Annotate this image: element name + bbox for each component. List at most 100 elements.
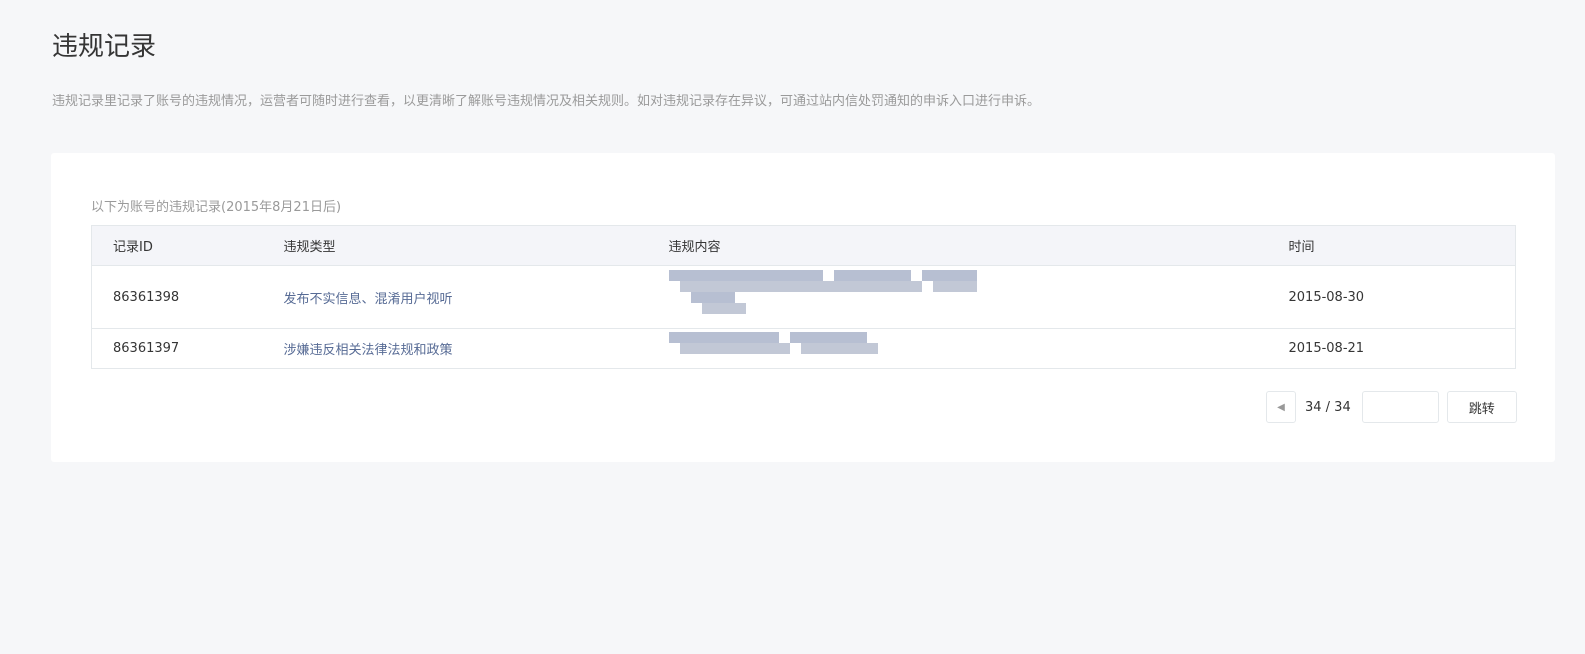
record-id: 86361397 xyxy=(91,328,284,369)
blur-pixel xyxy=(888,332,900,343)
blur-pixel xyxy=(965,332,977,343)
jump-button[interactable]: 跳转 xyxy=(1446,391,1517,423)
blur-pixel xyxy=(888,343,900,354)
blur-pixel xyxy=(932,343,944,354)
blur-pixel xyxy=(734,343,746,354)
blur-pixel xyxy=(921,332,933,343)
page-description: 违规记录里记录了账号的违规情况，运营者可随时进行查看，以更清晰了解账号违规情况及… xyxy=(52,94,1041,109)
blur-pixel xyxy=(866,302,878,314)
blur-pixel xyxy=(855,302,867,314)
blur-pixel xyxy=(822,280,834,292)
pagination: ◀ 34 / 34 跳转 xyxy=(1266,391,1517,423)
blur-pixel xyxy=(954,269,966,281)
blur-pixel xyxy=(767,269,779,281)
blur-pixel xyxy=(679,291,691,303)
blur-pixel xyxy=(855,332,867,343)
page-jump-input[interactable] xyxy=(1361,391,1439,423)
blur-pixel xyxy=(800,332,812,343)
violation-type-link[interactable]: 发布不实信息、混淆用户视听 xyxy=(283,265,669,329)
blur-pixel xyxy=(756,280,768,292)
blur-pixel xyxy=(723,269,735,281)
records-subtitle: 以下为账号的违规记录(2015年8月21日后) xyxy=(91,200,342,215)
blur-pixel xyxy=(899,343,911,354)
blur-pixel xyxy=(800,269,812,281)
blur-pixel xyxy=(668,280,680,292)
blur-pixel xyxy=(844,332,856,343)
blur-pixel xyxy=(910,332,922,343)
blur-pixel xyxy=(789,343,801,354)
blur-pixel xyxy=(954,291,966,303)
header-id: 记录ID xyxy=(91,225,284,266)
blur-pixel xyxy=(921,302,933,314)
blur-pixel xyxy=(932,302,944,314)
blur-pixel xyxy=(943,280,955,292)
blur-pixel xyxy=(943,269,955,281)
blur-pixel xyxy=(844,343,856,354)
blur-pixel xyxy=(734,291,746,303)
blur-pixel xyxy=(701,343,713,354)
blur-pixel xyxy=(701,332,713,343)
blur-pixel xyxy=(932,332,944,343)
blur-pixel xyxy=(833,332,845,343)
blur-pixel xyxy=(668,332,680,343)
blur-pixel xyxy=(723,332,735,343)
blur-pixel xyxy=(822,302,834,314)
blur-pixel xyxy=(778,291,790,303)
header-time: 时间 xyxy=(1288,225,1516,266)
blur-pixel xyxy=(943,302,955,314)
blur-pixel xyxy=(855,291,867,303)
blur-pixel xyxy=(668,343,680,354)
blur-pixel xyxy=(965,343,977,354)
blur-pixel xyxy=(910,280,922,292)
blur-pixel xyxy=(712,291,724,303)
blur-pixel xyxy=(954,302,966,314)
blur-pixel xyxy=(712,343,724,354)
violation-type-link[interactable]: 涉嫌违反相关法律法规和政策 xyxy=(283,328,669,369)
blur-pixel xyxy=(943,291,955,303)
blur-pixel xyxy=(833,280,845,292)
violation-table: 记录ID 违规类型 违规内容 时间 86361398 发布不实信息、混淆用户视听… xyxy=(91,225,1516,369)
blur-pixel xyxy=(833,269,845,281)
blur-pixel xyxy=(965,291,977,303)
blur-pixel xyxy=(679,280,691,292)
blur-pixel xyxy=(866,343,878,354)
blur-pixel xyxy=(965,302,977,314)
prev-page-button[interactable]: ◀ xyxy=(1266,391,1296,423)
blur-pixel xyxy=(668,302,680,314)
blur-pixel xyxy=(811,302,823,314)
blur-pixel xyxy=(954,332,966,343)
page-indicator: 34 / 34 xyxy=(1305,399,1351,415)
blur-pixel xyxy=(723,343,735,354)
blur-pixel xyxy=(712,269,724,281)
blur-pixel xyxy=(877,302,889,314)
blur-pixel xyxy=(844,302,856,314)
blur-pixel xyxy=(767,332,779,343)
blur-pixel xyxy=(789,280,801,292)
violation-content-blurred xyxy=(668,328,1289,369)
blur-pixel xyxy=(679,269,691,281)
blur-pixel xyxy=(679,302,691,314)
header-type: 违规类型 xyxy=(283,225,669,266)
blur-pixel xyxy=(745,302,757,314)
blur-pixel xyxy=(943,332,955,343)
blur-pixel xyxy=(745,343,757,354)
blur-pixel xyxy=(668,269,680,281)
blur-pixel xyxy=(778,280,790,292)
blur-pixel xyxy=(767,343,779,354)
blur-pixel xyxy=(822,343,834,354)
blur-pixel xyxy=(910,269,922,281)
blur-pixel xyxy=(910,343,922,354)
blur-pixel xyxy=(723,291,735,303)
blur-pixel xyxy=(690,302,702,314)
blur-pixel xyxy=(888,291,900,303)
blur-pixel xyxy=(712,332,724,343)
table-row: 86361398 发布不实信息、混淆用户视听 2015-08-30 xyxy=(91,265,1516,329)
blur-pixel xyxy=(778,302,790,314)
blur-pixel xyxy=(789,291,801,303)
blur-pixel xyxy=(811,280,823,292)
blur-pixel xyxy=(745,269,757,281)
table-row: 86361397 涉嫌违反相关法律法规和政策 2015-08-21 xyxy=(91,328,1516,369)
blur-pixel xyxy=(767,280,779,292)
blur-pixel xyxy=(734,332,746,343)
blur-pixel xyxy=(822,269,834,281)
